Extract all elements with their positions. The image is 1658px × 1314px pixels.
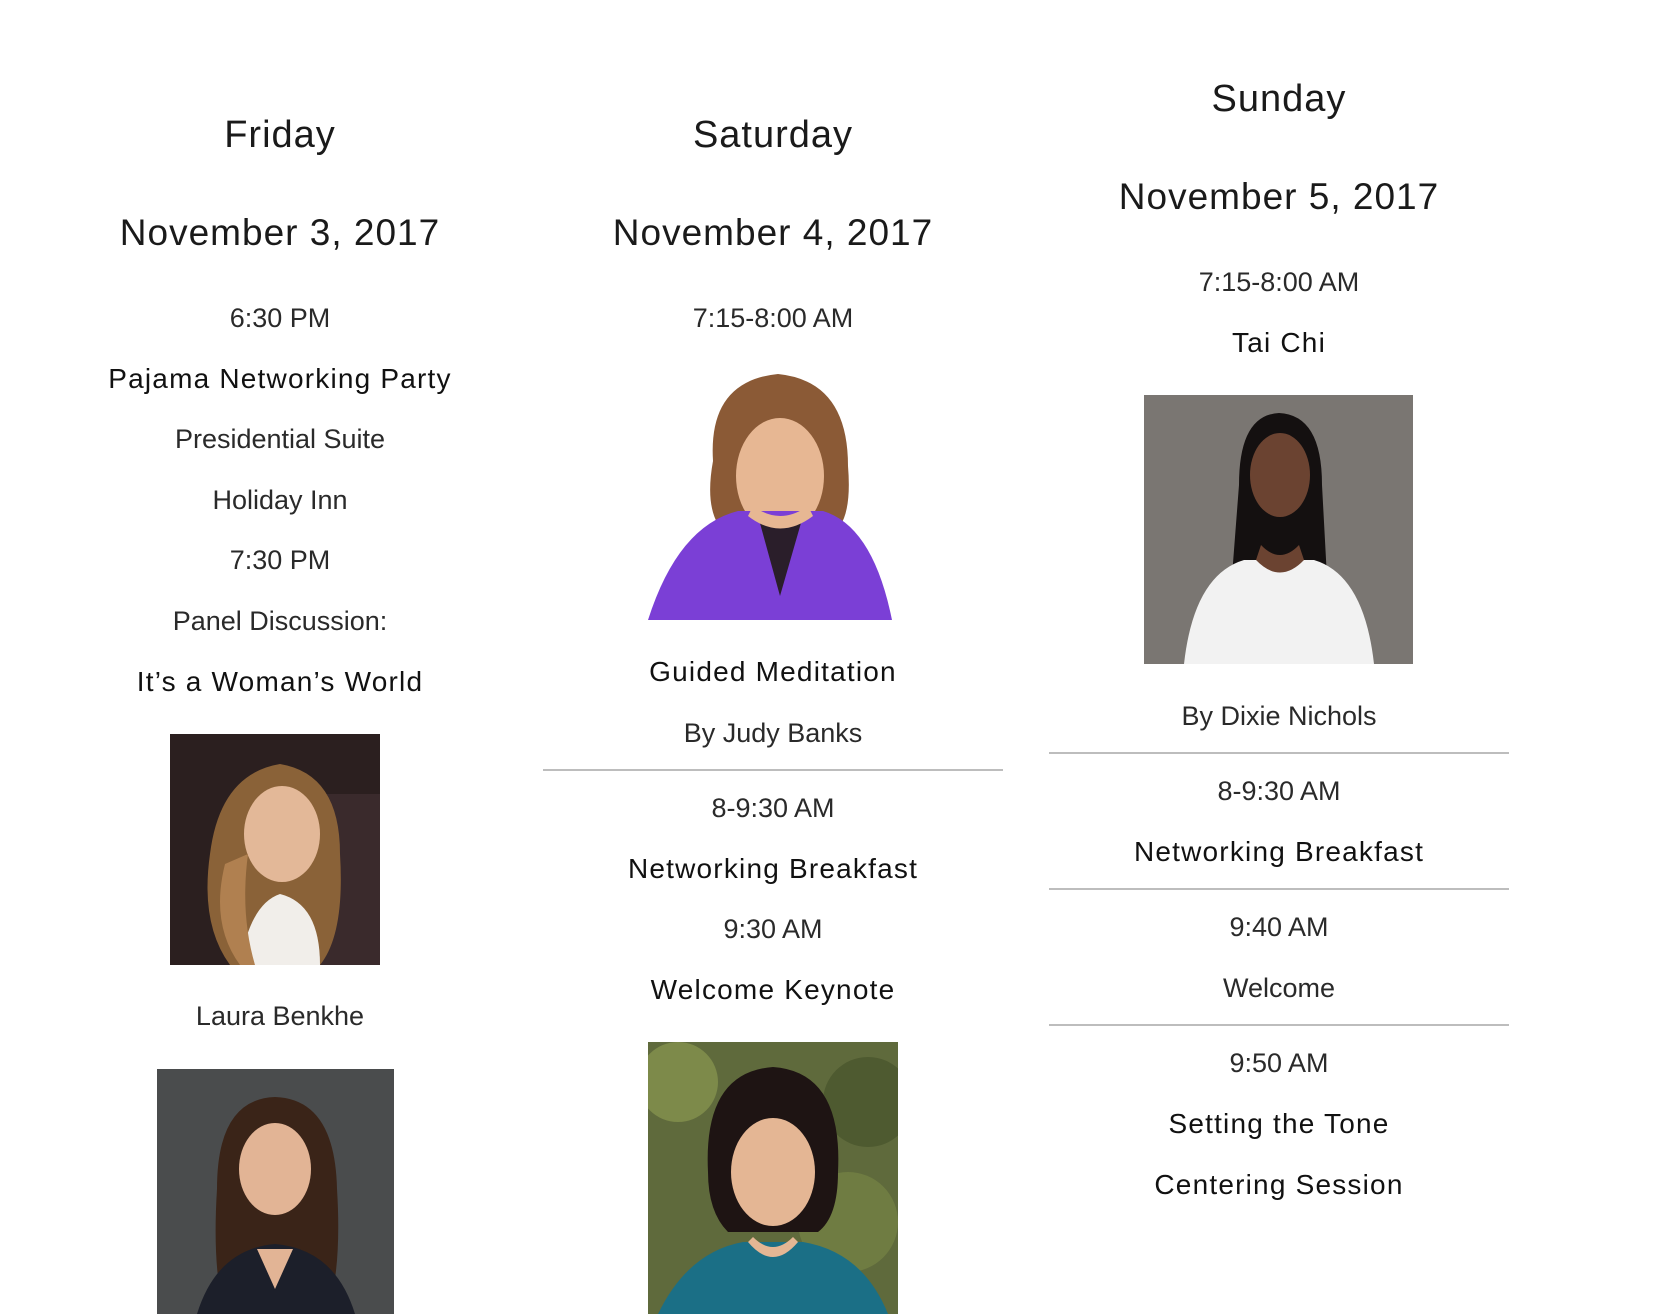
friday-panel-title: It’s a Woman’s World xyxy=(136,666,424,697)
friday-location-1: Presidential Suite xyxy=(174,424,386,454)
saturday-event-2: Networking Breakfast xyxy=(627,853,919,884)
friday-speaker-1-name: Laura Benkhe xyxy=(195,1001,365,1031)
saturday-by-1: By Judy Banks xyxy=(683,718,863,748)
sunday-column: Sunday November 5, 2017 7:15-8:00 AM Tai… xyxy=(1049,0,1509,1314)
sunday-date-heading: November 5, 2017 xyxy=(1118,176,1440,217)
speaker-photo-dixie-nichols xyxy=(1144,395,1413,664)
sunday-by-1: By Dixie Nichols xyxy=(1181,701,1377,731)
sunday-event-1: Tai Chi xyxy=(1232,327,1326,358)
friday-day-heading: Friday xyxy=(224,114,336,156)
saturday-time-2: 8-9:30 AM xyxy=(711,793,835,823)
sunday-time-4: 9:50 AM xyxy=(1229,1048,1329,1078)
saturday-event-3: Welcome Keynote xyxy=(650,974,896,1005)
speaker-photo-laura xyxy=(170,734,380,965)
sunday-event-2: Networking Breakfast xyxy=(1133,836,1425,867)
friday-column: Friday November 3, 2017 6:30 PM Pajama N… xyxy=(40,0,520,1314)
sunday-event-4-line-1: Setting the Tone xyxy=(1168,1108,1390,1139)
sunday-time-3: 9:40 AM xyxy=(1229,912,1329,942)
sunday-event-3: Welcome xyxy=(1222,973,1336,1003)
sunday-time-2: 8-9:30 AM xyxy=(1217,776,1341,806)
saturday-time-3: 9:30 AM xyxy=(723,914,823,944)
friday-time-1: 6:30 PM xyxy=(229,303,331,333)
sunday-time-1: 7:15-8:00 AM xyxy=(1198,267,1360,297)
saturday-column: Saturday November 4, 2017 7:15-8:00 AM G… xyxy=(543,0,1003,1314)
speaker-photo-judy-banks xyxy=(648,366,892,620)
saturday-event-1: Guided Meditation xyxy=(649,656,897,687)
friday-location-2: Holiday Inn xyxy=(212,485,348,515)
saturday-time-1: 7:15-8:00 AM xyxy=(692,303,854,333)
saturday-day-heading: Saturday xyxy=(692,114,854,156)
friday-date-heading: November 3, 2017 xyxy=(119,212,441,253)
speaker-photo-panelist xyxy=(157,1069,394,1314)
sunday-event-4-line-2: Centering Session xyxy=(1154,1169,1404,1200)
friday-event-1: Pajama Networking Party xyxy=(108,363,452,394)
sunday-divider-1 xyxy=(1049,752,1509,754)
speaker-photo-keynote xyxy=(648,1042,898,1314)
saturday-date-heading: November 4, 2017 xyxy=(612,212,934,253)
sunday-divider-2 xyxy=(1049,888,1509,890)
friday-panel-label: Panel Discussion: xyxy=(172,606,388,636)
sunday-day-heading: Sunday xyxy=(1211,78,1347,120)
friday-time-2: 7:30 PM xyxy=(229,545,331,575)
saturday-divider-1 xyxy=(543,769,1003,771)
sunday-divider-3 xyxy=(1049,1024,1509,1026)
